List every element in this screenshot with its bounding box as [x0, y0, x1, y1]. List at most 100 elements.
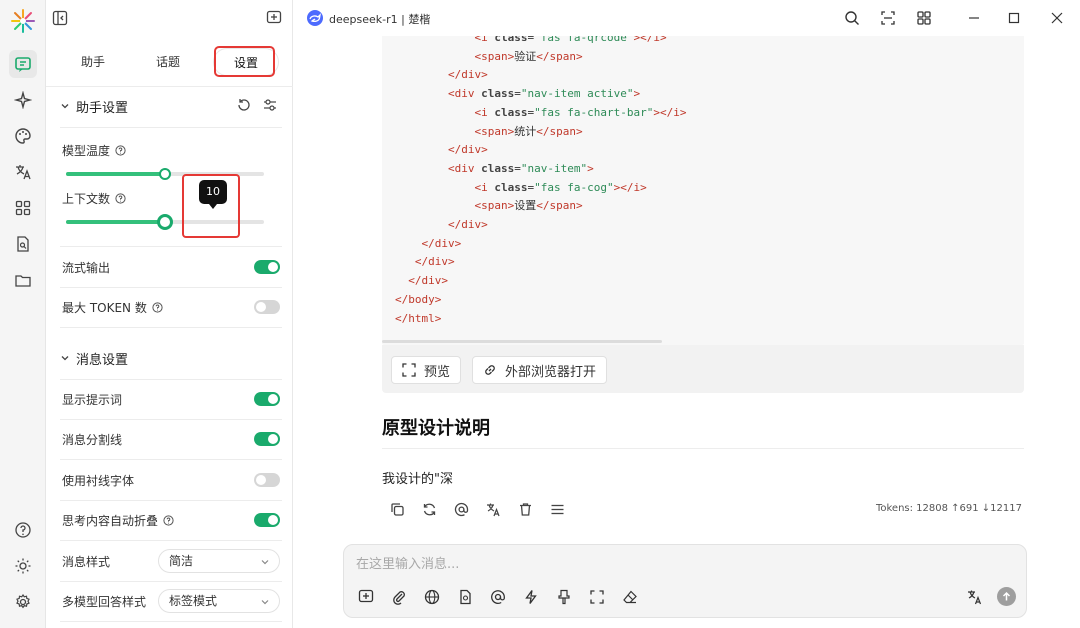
rail-apps-icon[interactable] — [9, 194, 37, 222]
code-token: class — [481, 87, 515, 101]
model-temperature-label: 模型温度 — [62, 143, 111, 158]
message-style-label: 消息样式 — [62, 554, 111, 569]
code-token: </span> — [536, 49, 583, 63]
translate-icon[interactable] — [484, 500, 502, 518]
reset-icon[interactable] — [237, 98, 251, 112]
rail-theme-icon[interactable] — [9, 552, 37, 580]
code-line: <div class="nav-item active"> — [395, 85, 686, 104]
multi-model-style-row: 多模型回答样式 标签模式 — [62, 581, 280, 621]
stream-output-label: 流式输出 — [62, 260, 111, 275]
model-temperature-row: 模型温度 — [62, 130, 280, 170]
code-line: </div> — [395, 141, 686, 160]
rail-help-icon[interactable] — [9, 516, 37, 544]
chevron-down-icon — [260, 557, 270, 567]
preview-button[interactable]: 预览 — [391, 356, 462, 384]
translate-icon[interactable] — [967, 589, 983, 605]
minimize-icon[interactable] — [954, 12, 994, 24]
eraser-icon[interactable] — [620, 587, 639, 606]
adjust-icon[interactable] — [263, 98, 277, 112]
mention-icon[interactable] — [452, 500, 470, 518]
search-icon[interactable] — [834, 10, 870, 26]
link-icon — [483, 363, 497, 377]
regenerate-icon[interactable] — [420, 500, 438, 518]
message-paragraph: 我设计的"深 — [382, 472, 453, 487]
code-token: </div> — [414, 255, 455, 269]
chevron-down-icon — [60, 353, 70, 363]
serif-font-label: 使用衬线字体 — [62, 473, 135, 488]
code-line: <i class="fas fa-chart-bar"></i> — [395, 104, 686, 123]
message-settings-header[interactable]: 消息设置 — [46, 338, 293, 378]
code-token: <span — [474, 49, 508, 63]
message-divider-toggle[interactable] — [254, 432, 280, 446]
close-icon[interactable] — [1034, 12, 1080, 24]
code-token: > — [653, 105, 660, 119]
rail-palette-icon[interactable] — [9, 122, 37, 150]
mention-model-icon[interactable] — [488, 587, 507, 606]
open-external-browser-button[interactable]: 外部浏览器打开 — [472, 356, 608, 384]
attachment-icon[interactable] — [389, 587, 408, 606]
grid-icon[interactable] — [906, 10, 942, 26]
help-icon[interactable] — [115, 144, 126, 156]
help-icon[interactable] — [115, 192, 126, 204]
rail-folder-icon[interactable] — [9, 266, 37, 294]
stream-output-toggle[interactable] — [254, 260, 280, 274]
help-icon[interactable] — [152, 301, 163, 313]
code-horizontal-scrollbar[interactable] — [382, 340, 662, 343]
tab-assistant[interactable]: 助手 — [76, 48, 110, 76]
menu-icon[interactable] — [548, 500, 566, 518]
web-search-icon[interactable] — [422, 587, 441, 606]
code-token: 设置 — [514, 199, 537, 213]
slider-knob[interactable] — [157, 214, 173, 230]
send-button[interactable] — [997, 587, 1016, 606]
new-topic-icon[interactable] — [356, 587, 375, 606]
max-token-toggle[interactable] — [254, 300, 280, 314]
code-token: "fas fa-chart-bar" — [534, 105, 654, 119]
new-topic-icon[interactable] — [266, 10, 282, 26]
auto-fold-toggle[interactable] — [254, 513, 280, 527]
code-content: <i class="fas fa-qrcode"></i> <span>验证</… — [395, 36, 686, 328]
maximize-icon[interactable] — [994, 12, 1034, 24]
composer-right-actions — [967, 587, 1016, 606]
slider-fill — [66, 220, 165, 224]
rail-translate-icon[interactable] — [9, 158, 37, 186]
sidebar-collapse-icon[interactable] — [52, 10, 68, 26]
section-divider — [60, 327, 282, 328]
serif-font-toggle[interactable] — [254, 473, 280, 487]
message-style-select[interactable]: 简洁 — [158, 549, 280, 573]
auto-fold-label: 思考内容自动折叠 — [62, 513, 159, 528]
tab-topics[interactable]: 话题 — [151, 48, 185, 76]
multi-model-style-select[interactable]: 标签模式 — [158, 589, 280, 613]
clear-context-icon[interactable] — [554, 587, 573, 606]
code-token: </div> — [447, 218, 488, 232]
help-icon[interactable] — [163, 514, 174, 526]
show-prompt-toggle[interactable] — [254, 392, 280, 406]
lightning-icon[interactable] — [521, 587, 540, 606]
copy-icon[interactable] — [388, 500, 406, 518]
auto-fold-row: 思考内容自动折叠 — [62, 500, 280, 540]
code-token: > — [587, 161, 594, 175]
code-token: > — [633, 87, 641, 101]
message-heading: 原型设计说明 — [382, 418, 490, 439]
rail-file-search-icon[interactable] — [9, 230, 37, 258]
delete-icon[interactable] — [516, 500, 534, 518]
rail-settings-icon[interactable] — [9, 588, 37, 616]
code-token: "fas fa-qrcode" — [534, 36, 634, 44]
knowledge-base-icon[interactable] — [455, 587, 474, 606]
code-token: </i> — [620, 180, 647, 194]
show-prompt-row: 显示提示词 — [62, 379, 280, 419]
message-divider-label: 消息分割线 — [62, 432, 123, 447]
message-input[interactable] — [356, 553, 956, 575]
code-token: </html> — [395, 311, 442, 325]
context-count-label: 上下文数 — [62, 191, 111, 206]
assistant-settings-header[interactable]: 助手设置 — [46, 86, 293, 126]
expand-icon[interactable] — [587, 587, 606, 606]
rail-chat-icon[interactable] — [9, 50, 37, 78]
code-token: </div> — [421, 236, 462, 250]
layout-icon[interactable] — [870, 10, 906, 26]
code-token: "fas fa-cog" — [534, 180, 614, 194]
title-bar-actions — [834, 0, 1080, 36]
rail-sparkle-icon[interactable] — [9, 86, 37, 114]
stream-output-row: 流式输出 — [62, 247, 280, 287]
model-title[interactable]: deepseek-r1 | 楚楷 — [329, 11, 430, 27]
code-line: <span>设置</span> — [395, 197, 686, 216]
